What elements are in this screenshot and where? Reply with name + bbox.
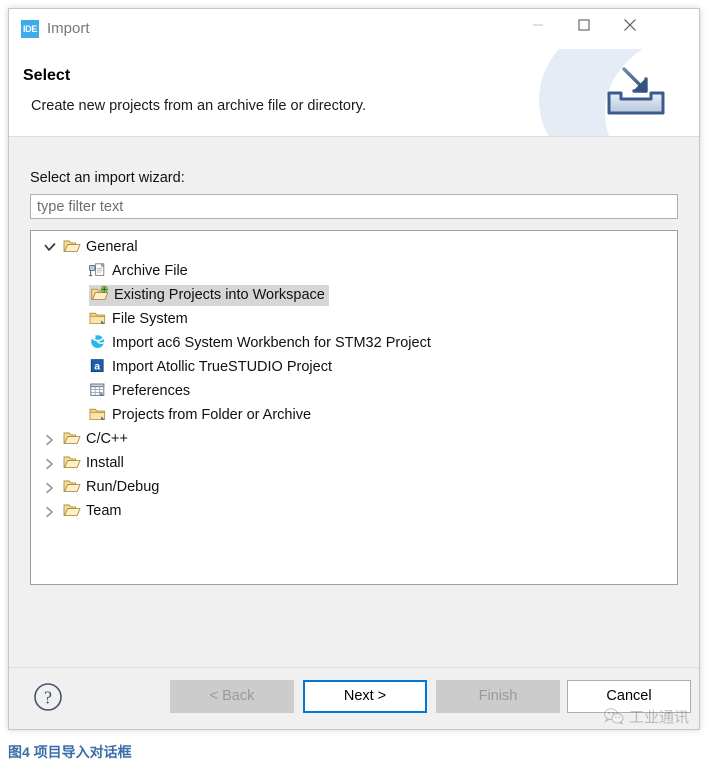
chevron-right-icon[interactable] <box>43 427 57 451</box>
open-folder-icon <box>63 238 81 254</box>
import-wizard-tree[interactable]: General Archive File Existing Projects int… <box>30 230 678 585</box>
next-button[interactable]: Next > <box>303 680 427 713</box>
tree-item-label: Archive File <box>112 263 188 280</box>
import-tray-icon <box>607 67 665 115</box>
minimize-button[interactable] <box>515 9 561 41</box>
maximize-icon <box>578 19 590 31</box>
import-dialog-window: IDE Import Select Create new projects fr… <box>8 8 700 730</box>
question-mark-icon: ? <box>44 688 52 708</box>
tree-item-archive-file[interactable]: Archive File <box>31 259 677 283</box>
folder-icon <box>89 406 107 422</box>
help-button[interactable]: ? <box>33 682 63 712</box>
ac6-globe-icon <box>89 334 107 350</box>
tree-item-content: C/C++ <box>63 431 128 447</box>
open-folder-icon <box>63 502 81 518</box>
tree-item-label: Preferences <box>112 383 191 400</box>
tree-item-label: C/C++ <box>86 431 128 448</box>
open-folder-icon <box>63 430 81 446</box>
svg-text:a: a <box>94 361 100 373</box>
dialog-footer: ? < Back Next > Finish Cancel 工业通讯 <box>9 667 699 729</box>
title-bar: IDE Import <box>9 9 699 49</box>
tree-item-content: Projects from Folder or Archive <box>89 407 311 423</box>
tree-item-label: Import Atollic TrueSTUDIO Project <box>112 359 332 376</box>
back-button[interactable]: < Back <box>170 680 294 713</box>
preferences-icon <box>89 382 107 398</box>
tree-item-label: Run/Debug <box>86 479 160 496</box>
open-folder-icon <box>63 454 81 470</box>
tree-item-content: Preferences <box>89 383 190 399</box>
tree-item-preferences[interactable]: Preferences <box>31 379 677 403</box>
tree-item-existing-projects-into-workspace[interactable]: Existing Projects into Workspace <box>31 283 677 307</box>
tree-item-content: Install <box>63 455 124 471</box>
tree-item-content: Existing Projects into Workspace <box>89 285 329 306</box>
figure-caption: 图4 项目导入对话框 <box>8 744 132 760</box>
page-description: Create new projects from an archive file… <box>31 98 366 114</box>
tree-item-content: Import ac6 System Workbench for STM32 Pr… <box>89 335 431 351</box>
tree-item-content: Run/Debug <box>63 479 159 495</box>
chevron-down-icon[interactable] <box>43 235 57 259</box>
tree-item-import-ac6-system-workbench-for-stm32-project[interactable]: Import ac6 System Workbench for STM32 Pr… <box>31 331 677 355</box>
tree-item-label: Existing Projects into Workspace <box>114 287 325 304</box>
page-title: Select <box>23 67 71 84</box>
tree-item-label: Install <box>86 455 124 472</box>
tree-item-content: General <box>63 239 138 255</box>
tree-item-content: Team <box>63 503 121 519</box>
dialog-body: Select an import wizard: General Archive … <box>9 138 699 667</box>
tree-item-label: Import ac6 System Workbench for STM32 Pr… <box>112 335 431 352</box>
tree-item-team[interactable]: Team <box>31 499 677 523</box>
archive-file-icon <box>88 262 107 278</box>
tree-item-import-atollic-truestudio-project[interactable]: a Import Atollic TrueSTUDIO Project <box>31 355 677 379</box>
open-folder-icon <box>63 478 81 494</box>
close-icon <box>624 19 636 31</box>
atollic-a-icon: a <box>89 358 107 374</box>
import-wizard-label: Select an import wizard: <box>30 170 185 186</box>
tree-item-label: General <box>86 239 138 256</box>
minimize-icon <box>533 24 543 26</box>
tree-item-content: File System <box>89 311 188 327</box>
tree-item-run-debug[interactable]: Run/Debug <box>31 475 677 499</box>
tree-rows-container: General Archive File Existing Projects int… <box>31 235 677 523</box>
tree-item-content: a Import Atollic TrueSTUDIO Project <box>89 359 332 375</box>
maximize-button[interactable] <box>561 9 607 41</box>
chevron-right-icon[interactable] <box>43 499 57 523</box>
filter-input[interactable] <box>30 194 678 219</box>
tree-item-label: File System <box>112 311 188 328</box>
finish-button[interactable]: Finish <box>436 680 560 713</box>
cancel-button[interactable]: Cancel <box>567 680 691 713</box>
tree-item-projects-from-folder-or-archive[interactable]: Projects from Folder or Archive <box>31 403 677 427</box>
window-title: Import <box>47 20 90 37</box>
tree-item-label: Projects from Folder or Archive <box>112 407 312 424</box>
chevron-right-icon[interactable] <box>43 475 57 499</box>
tree-item-content: Archive File <box>88 262 188 280</box>
tree-item-label: Team <box>86 503 122 520</box>
import-project-icon <box>91 285 109 302</box>
ide-app-icon: IDE <box>21 20 39 38</box>
tree-item-general[interactable]: General <box>31 235 677 259</box>
wizard-header: Select Create new projects from an archi… <box>9 49 699 137</box>
chevron-right-icon[interactable] <box>43 451 57 475</box>
tree-item-c-c[interactable]: C/C++ <box>31 427 677 451</box>
tree-item-install[interactable]: Install <box>31 451 677 475</box>
folder-icon <box>89 310 107 326</box>
tree-item-file-system[interactable]: File System <box>31 307 677 331</box>
close-button[interactable] <box>607 9 653 41</box>
